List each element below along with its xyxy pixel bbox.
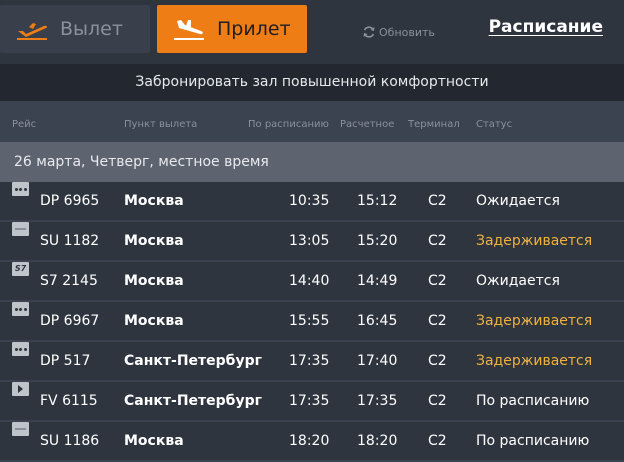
aeroflot-logo [12,422,29,436]
origin-city: Москва [124,273,184,289]
terminal: C2 [428,273,447,289]
scheduled-time: 13:05 [289,233,330,249]
tab-departure-label: Вылет [60,18,123,40]
scheduled-time: 17:35 [289,393,330,409]
date-band: 26 марта, Четверг, местное время [0,142,624,182]
col-header-flight: Рейс [12,119,37,130]
col-header-terminal: Терминал [408,119,460,130]
flight-row[interactable]: S7 S7 2145 Москва 14:40 14:49 C2 Ожидает… [0,262,624,302]
refresh-label: Обновить [379,25,435,39]
estimated-time: 17:35 [357,393,398,409]
pobeda-dots-logo [12,302,29,316]
scheduled-time: 15:55 [289,313,330,329]
top-bar: Вылет Прилет Обновить Расписание [0,0,624,64]
lounge-booking-banner[interactable]: Забронировать зал повышенной комфортност… [0,64,624,101]
plane-landing-icon [174,20,204,40]
flight-status: По расписанию [476,433,590,449]
flight-number: SU 1186 [40,433,100,449]
estimated-time: 17:40 [357,353,398,369]
flight-row[interactable]: SU 1182 Москва 13:05 15:20 C2 Задерживае… [0,222,624,262]
origin-city: Москва [124,233,184,249]
scheduled-time: 17:35 [289,353,330,369]
flight-status: Ожидается [476,193,560,209]
flight-status: Ожидается [476,273,560,289]
aeroflot-logo [12,222,29,236]
terminal: C2 [428,233,447,249]
col-header-estimated: Расчетное [340,119,395,130]
s7-logo: S7 [12,262,29,276]
terminal: C2 [428,353,447,369]
flight-row[interactable]: DP 6965 Москва 10:35 15:12 C2 Ожидается [0,182,624,222]
estimated-time: 15:20 [357,233,398,249]
col-header-status: Статус [476,119,513,130]
schedule-link[interactable]: Расписание [489,17,603,37]
terminal: C2 [428,313,447,329]
flight-number: FV 6115 [40,393,98,409]
col-header-scheduled: По расписанию [248,119,329,130]
origin-city: Москва [124,433,184,449]
origin-city: Москва [124,193,184,209]
flight-number: DP 517 [40,353,91,369]
flight-row[interactable]: DP 517 Санкт-Петербург 17:35 17:40 C2 За… [0,342,624,382]
refresh-button[interactable]: Обновить [362,24,435,40]
scheduled-time: 14:40 [289,273,330,289]
flight-status: Задерживается [476,233,593,249]
tab-arrival-label: Прилет [217,18,291,40]
flight-row[interactable]: SU 1186 Москва 18:20 18:20 C2 По расписа… [0,422,624,462]
pobeda-dots-logo [12,342,29,356]
flight-status: По расписанию [476,393,590,409]
table-header: Рейс Пункт вылета По расписанию Расчетно… [0,101,624,142]
terminal: C2 [428,193,447,209]
origin-city: Москва [124,313,184,329]
terminal: C2 [428,433,447,449]
estimated-time: 16:45 [357,313,398,329]
refresh-icon [363,26,375,38]
origin-city: Санкт-Петербург [124,393,262,409]
flight-row[interactable]: DP 6967 Москва 15:55 16:45 C2 Задерживае… [0,302,624,342]
flight-status: Задерживается [476,313,593,329]
estimated-time: 14:49 [357,273,398,289]
tab-arrival[interactable]: Прилет [157,5,307,53]
tab-departure[interactable]: Вылет [0,5,150,53]
flight-number: S7 2145 [40,273,98,289]
flight-row[interactable]: FV 6115 Санкт-Петербург 17:35 17:35 C2 П… [0,382,624,422]
flight-number: DP 6967 [40,313,100,329]
terminal: C2 [428,393,447,409]
scheduled-time: 10:35 [289,193,330,209]
col-header-origin: Пункт вылета [124,119,198,130]
pobeda-dots-logo [12,182,29,196]
estimated-time: 15:12 [357,193,398,209]
plane-takeoff-icon [17,23,48,40]
flight-status: Задерживается [476,353,593,369]
flights-list: DP 6965 Москва 10:35 15:12 C2 Ожидается … [0,182,624,462]
flight-number: SU 1182 [40,233,100,249]
rossiya-logo [12,382,29,396]
origin-city: Санкт-Петербург [124,353,262,369]
estimated-time: 18:20 [357,433,398,449]
flight-number: DP 6965 [40,193,100,209]
scheduled-time: 18:20 [289,433,330,449]
